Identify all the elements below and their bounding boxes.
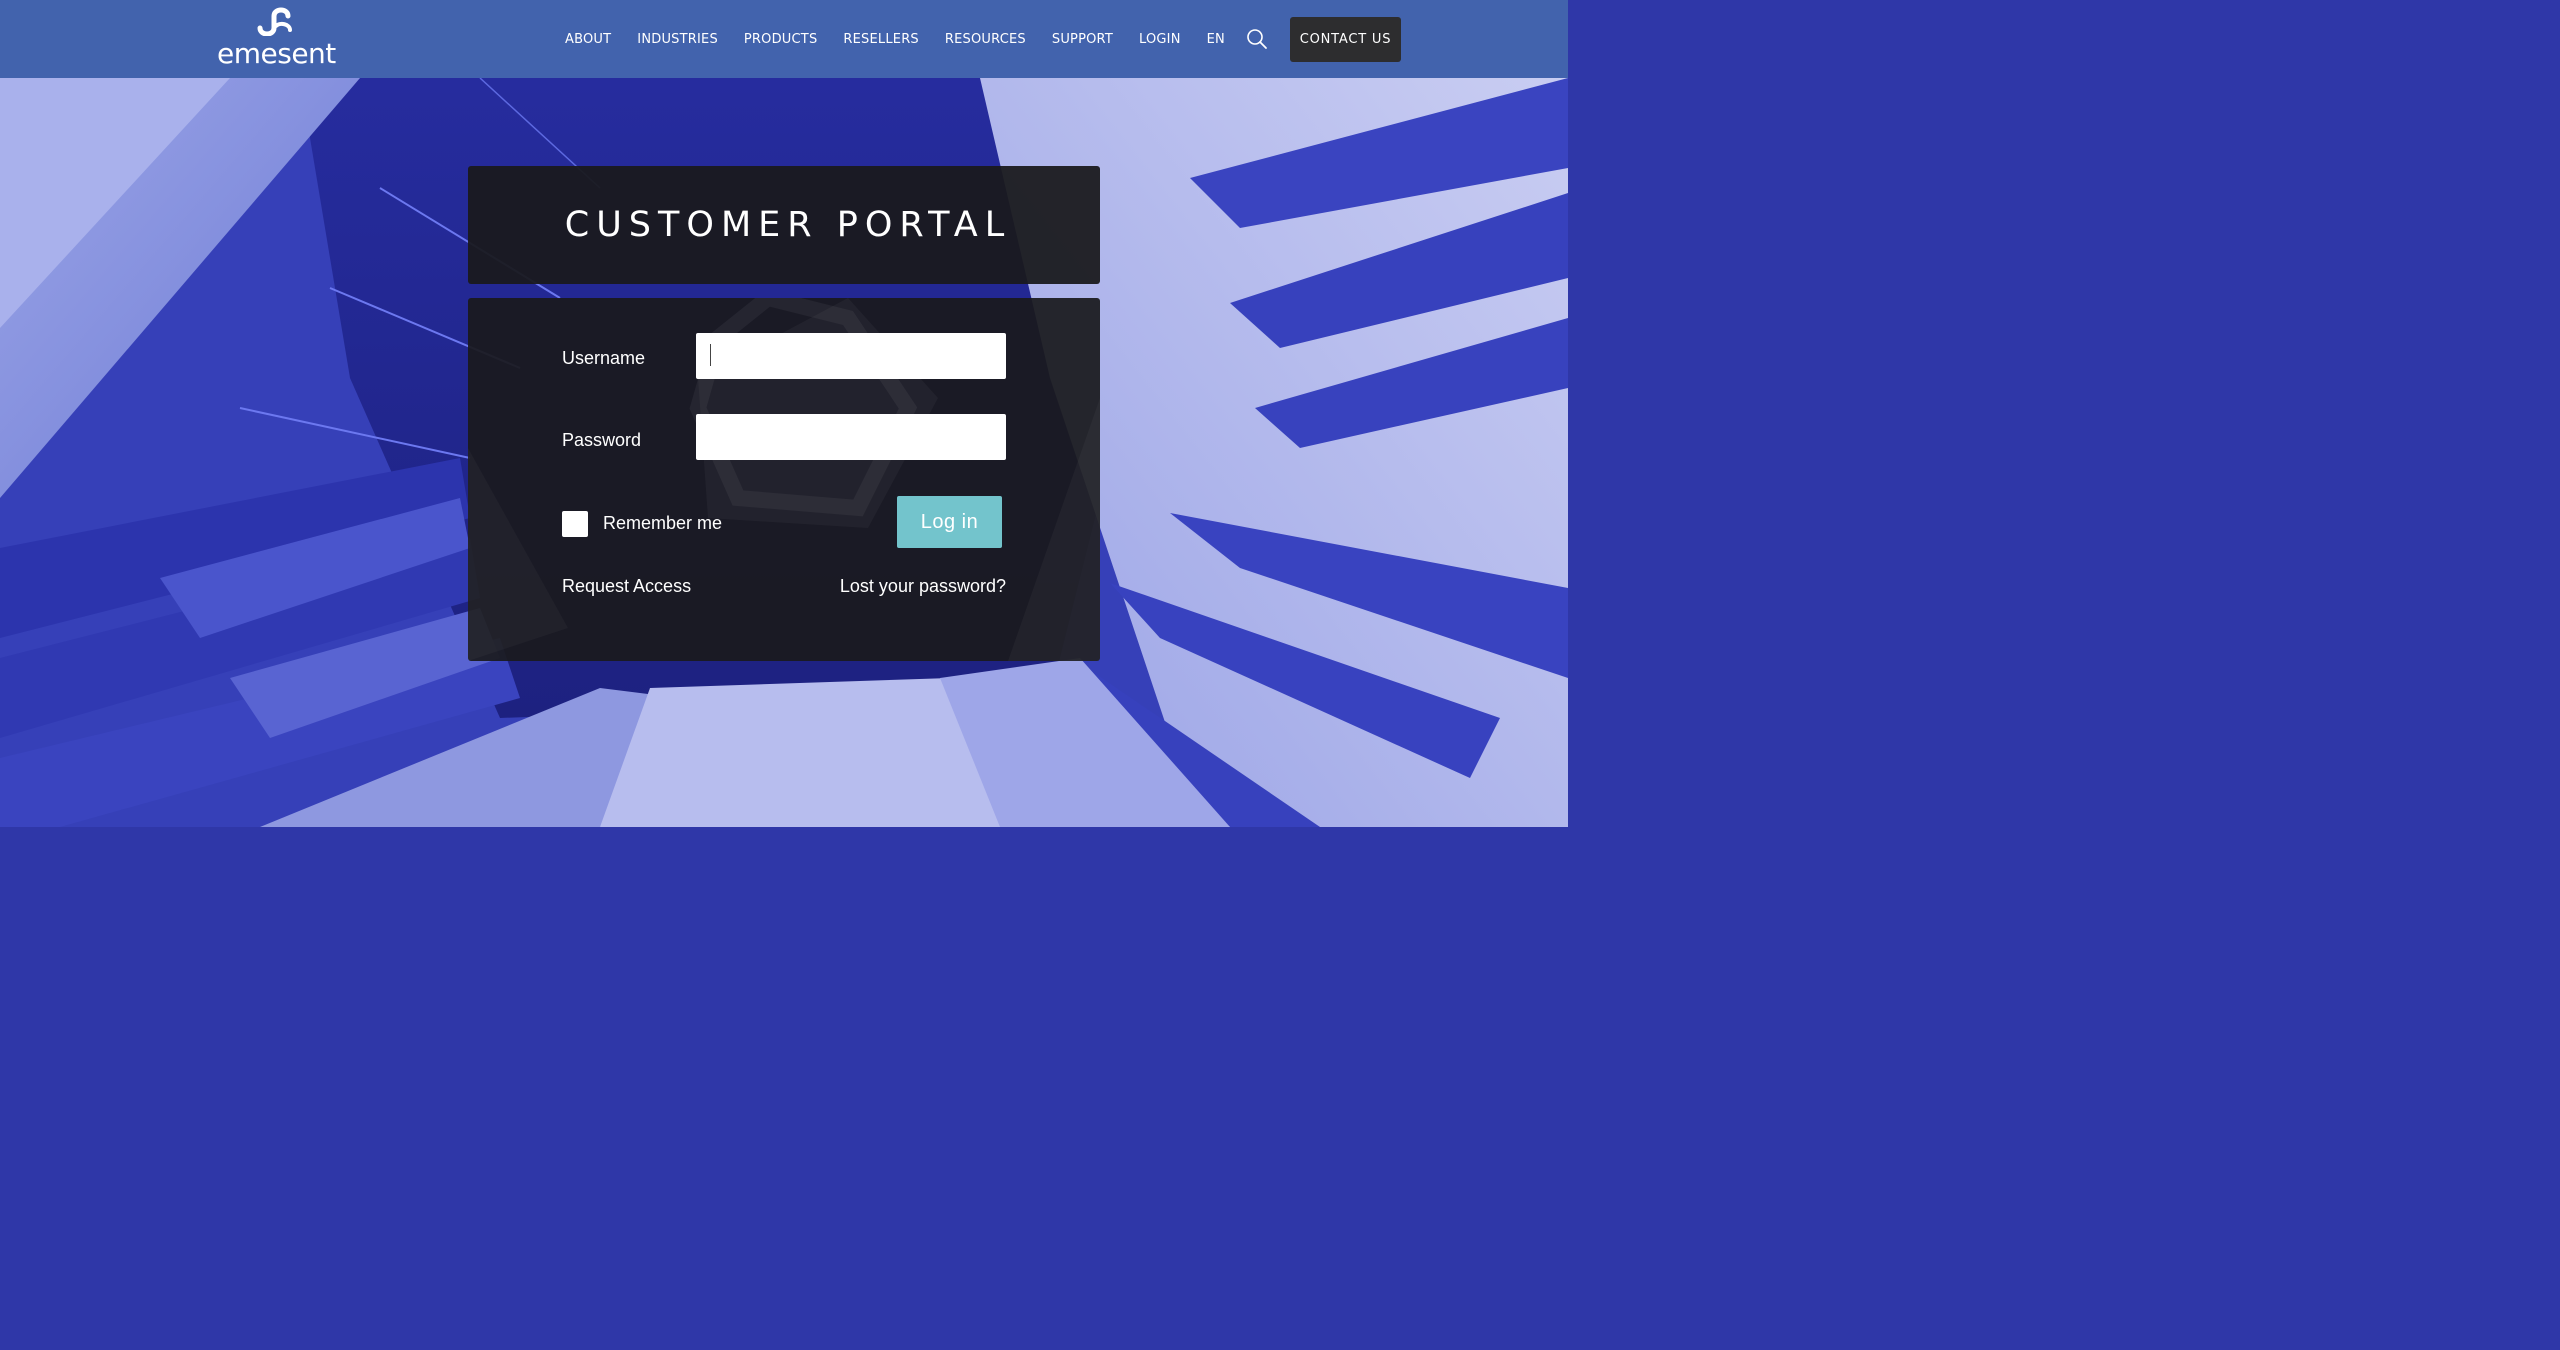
portal-title-panel: CUSTOMER PORTAL <box>468 166 1100 284</box>
nav-support[interactable]: SUPPORT <box>1039 32 1126 47</box>
language-selector[interactable]: EN <box>1194 32 1238 47</box>
contact-us-button[interactable]: CONTACT US <box>1289 16 1401 62</box>
remember-me-checkbox[interactable] <box>562 511 588 537</box>
username-input[interactable] <box>696 333 1006 379</box>
request-access-link[interactable]: Request Access <box>562 576 691 597</box>
nav-industries[interactable]: INDUSTRIES <box>624 32 731 47</box>
password-input[interactable] <box>696 414 1006 460</box>
nav-products[interactable]: PRODUCTS <box>731 32 831 47</box>
remember-me-label[interactable]: Remember me <box>603 513 722 534</box>
emesent-logo[interactable]: emesent <box>216 6 340 70</box>
text-cursor <box>710 344 711 366</box>
login-form-panel: Username Password Remember me Log in Req… <box>468 298 1100 661</box>
login-button[interactable]: Log in <box>897 496 1002 548</box>
search-icon[interactable] <box>1246 28 1268 50</box>
page-title: CUSTOMER PORTAL <box>564 205 1012 245</box>
nav-resellers[interactable]: RESELLERS <box>830 32 932 47</box>
password-label: Password <box>562 430 642 450</box>
logo-wordmark: emesent <box>217 37 336 70</box>
site-header: emesent ABOUT INDUSTRIES PRODUCTS RESELL… <box>0 0 1568 78</box>
nav-login[interactable]: LOGIN <box>1126 32 1194 47</box>
nav-about[interactable]: ABOUT <box>552 32 624 47</box>
lost-password-link[interactable]: Lost your password? <box>840 576 1006 597</box>
nav-resources[interactable]: RESOURCES <box>932 32 1039 47</box>
emesent-logo-mark-icon <box>257 7 292 36</box>
main-nav: ABOUT INDUSTRIES PRODUCTS RESELLERS RESO… <box>552 0 1401 78</box>
username-label: Username <box>562 348 646 368</box>
